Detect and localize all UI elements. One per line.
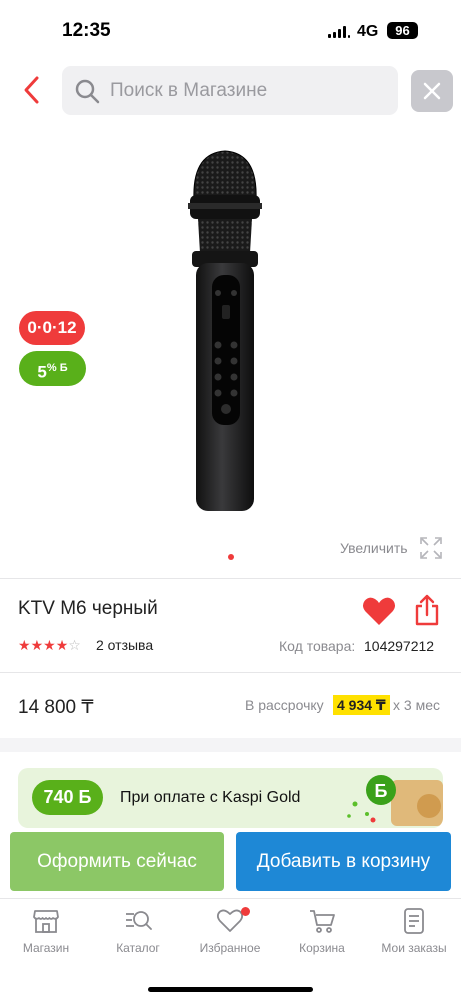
gold-banner-text: При оплате с Kaspi Gold: [120, 789, 301, 806]
kaspi-gold-banner[interactable]: 740 Б При оплате с Kaspi Gold Б: [18, 768, 443, 828]
kaspi-gold-card-icon: Б: [347, 775, 443, 826]
cart-icon: [310, 910, 335, 933]
star-icon: ★: [18, 637, 31, 653]
tab-shop[interactable]: Магазин: [0, 907, 92, 967]
tab-label: Избранное: [199, 941, 261, 955]
favorite-heart-icon[interactable]: [362, 596, 396, 626]
product-image[interactable]: [170, 145, 280, 515]
header: [0, 62, 461, 118]
bonus-badge-suffix: % Б: [46, 362, 68, 374]
status-bar: 12:35 4G 96: [0, 0, 461, 56]
product-title: KTV M6 черный: [18, 598, 158, 619]
network-label: 4G: [357, 23, 379, 40]
status-time: 12:35: [62, 20, 111, 41]
heart-outline-icon: [216, 909, 244, 932]
notification-dot: [241, 907, 250, 916]
star-icon: ★: [55, 637, 69, 653]
product-gallery[interactable]: 0·0·12 5% Б Увеличить: [0, 130, 461, 570]
price: 14 800 ₸: [18, 697, 94, 718]
product-code-label: Код товара:: [279, 638, 356, 654]
star-icon: ★: [30, 637, 44, 653]
tab-catalog[interactable]: Каталог: [92, 907, 184, 967]
zoom-label[interactable]: Увеличить: [340, 540, 408, 556]
close-icon: [423, 82, 441, 100]
chevron-left-icon: [24, 76, 39, 104]
installment-label: В рассрочку: [245, 697, 324, 713]
bottom-tab-bar: Магазин Каталог Избранное Корзина Мои за…: [0, 898, 461, 999]
expand-icon[interactable]: [419, 536, 443, 560]
tab-label: Каталог: [116, 941, 160, 955]
tab-label: Магазин: [22, 941, 70, 955]
tab-label: Корзина: [299, 941, 345, 955]
catalog-icon: [126, 911, 152, 930]
add-to-cart-button[interactable]: Добавить в корзину: [236, 832, 451, 891]
gold-bonus-pill: 740 Б: [32, 780, 103, 815]
divider: [0, 672, 461, 673]
installment-term: x 3 мес: [393, 697, 440, 713]
tab-cart[interactable]: Корзина: [276, 907, 368, 967]
orders-icon: [404, 908, 424, 934]
installment-amount: 4 934 ₸: [333, 695, 390, 715]
installment-badge: 0·0·12: [19, 311, 85, 345]
clear-search-button[interactable]: [411, 70, 453, 112]
search-input[interactable]: [110, 66, 390, 115]
battery-icon: 96: [387, 22, 418, 39]
rating-stars: ★★★★☆: [18, 637, 81, 654]
home-indicator: [148, 987, 313, 992]
page-indicator-dot: [228, 554, 234, 560]
search-bar[interactable]: [62, 66, 398, 115]
share-icon[interactable]: [413, 594, 441, 626]
action-bar: Оформить сейчас Добавить в корзину: [0, 828, 461, 898]
signal-icon: [328, 26, 350, 38]
section-separator: [0, 738, 461, 752]
tab-label: Мои заказы: [381, 941, 447, 955]
product-code-value: 104297212: [364, 638, 435, 654]
divider: [0, 578, 461, 579]
bonus-badge: 5% Б: [19, 351, 86, 386]
shop-icon: [33, 910, 59, 933]
search-icon: [75, 79, 100, 104]
bonus-badge-value: 5: [37, 362, 47, 382]
tab-orders[interactable]: Мои заказы: [368, 907, 460, 967]
reviews-link[interactable]: 2 отзыва: [96, 637, 153, 653]
svg-text:Б: Б: [375, 781, 388, 801]
tab-favorites[interactable]: Избранное: [184, 907, 276, 967]
star-icon: ★: [43, 637, 56, 653]
back-button[interactable]: [18, 72, 48, 108]
buy-now-button[interactable]: Оформить сейчас: [10, 832, 224, 891]
star-empty-icon: ☆: [68, 637, 81, 653]
